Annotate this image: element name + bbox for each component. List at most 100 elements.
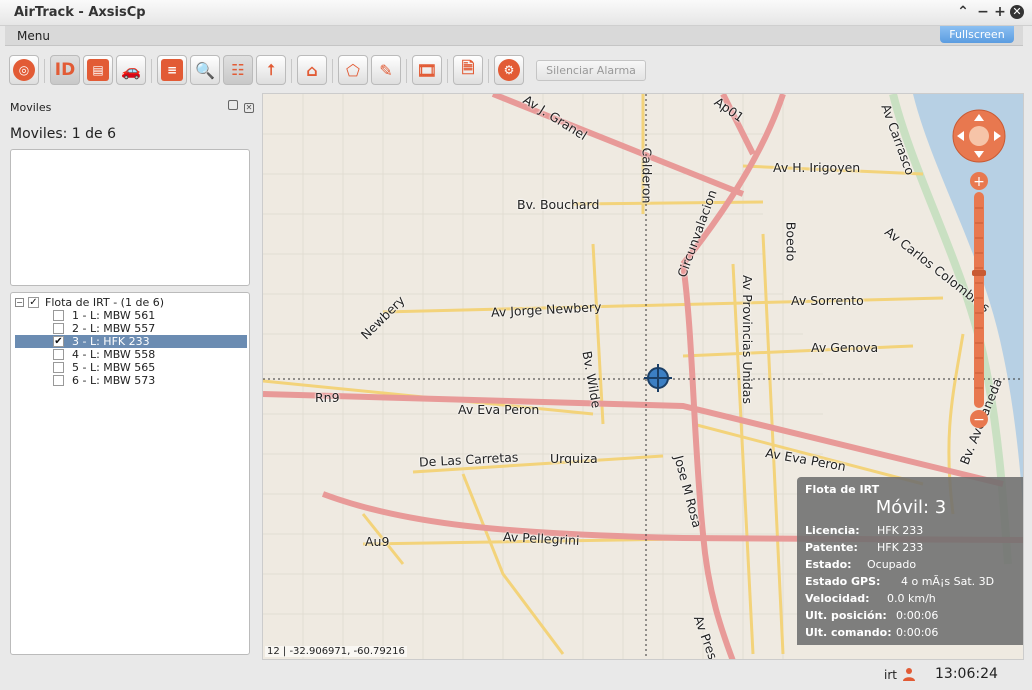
user-name: irt: [884, 668, 897, 682]
rss-icon: ≡: [161, 59, 183, 81]
geofence-button[interactable]: ⬠: [338, 55, 368, 85]
tree-item-label: 4 - L: MBW 558: [72, 348, 156, 361]
fleet-tree[interactable]: − ✓ Flota de IRT - (1 de 6) 1 - L: MBW 5…: [10, 292, 250, 655]
map-label: Boedo: [783, 221, 799, 262]
zoom-handle[interactable]: [972, 270, 986, 276]
card-icon: ▤: [87, 59, 109, 81]
home-button[interactable]: ⌂: [297, 55, 327, 85]
tree-icon: ☷: [231, 61, 245, 79]
settings-button[interactable]: ⚙: [494, 55, 524, 85]
tree-item-checkbox[interactable]: [53, 349, 64, 360]
map-label: Urquiza: [550, 451, 598, 466]
info-movil: Móvil: 3: [875, 497, 947, 518]
toolbar-separator: [44, 59, 45, 83]
info-label: Patente:: [805, 541, 858, 554]
tree-item[interactable]: 5 - L: MBW 565: [15, 361, 247, 374]
map-label: Au9: [365, 534, 390, 549]
minimize-icon[interactable]: −: [975, 4, 991, 20]
info-label: Velocidad:: [805, 592, 870, 605]
route-button[interactable]: ⭡: [256, 55, 286, 85]
settings-icon: ⚙: [498, 59, 520, 81]
toolbar-separator: [447, 59, 448, 83]
window-title: AirTrack - AxsisCp: [14, 5, 146, 20]
search-button[interactable]: 🔍: [190, 55, 220, 85]
restore-icon[interactable]: [227, 100, 238, 110]
pan-control[interactable]: [952, 109, 1006, 163]
info-value: Ocupado: [867, 558, 917, 571]
tree-item-checkbox[interactable]: [53, 362, 64, 373]
map-label: Av Provincias Unidas: [739, 275, 755, 404]
info-value: HFK 233: [877, 541, 924, 554]
collapse-icon[interactable]: ⌃: [955, 4, 971, 20]
silence-alarm-button[interactable]: Silenciar Alarma: [536, 60, 646, 81]
card-button[interactable]: ▤: [83, 55, 113, 85]
menu-bar: Menu Fullscreen: [5, 26, 1023, 46]
film-button[interactable]: 🎞: [412, 55, 442, 85]
tree-item-label: 5 - L: MBW 565: [72, 361, 156, 374]
info-value: 4 o mÃ¡s Sat. 3D: [901, 575, 995, 588]
close-panel-icon[interactable]: ✕: [244, 103, 254, 113]
title-bar: AirTrack - AxsisCp ⌃ − + ✕: [0, 0, 1032, 26]
tree-item-label: 6 - L: MBW 573: [72, 374, 156, 387]
rss-button[interactable]: ≡: [157, 55, 187, 85]
toolbar-separator: [291, 59, 292, 83]
car-button[interactable]: 🚗: [116, 55, 146, 85]
tree-item[interactable]: 1 - L: MBW 561: [15, 309, 247, 322]
status-bar: irt 13:06:24: [0, 660, 1032, 690]
toolbar: ◎ ID ▤ 🚗 ≡ 🔍 ☷ ⭡ ⌂ ⬠ ✎ 🎞 🗎 ⚙ Silenciar A…: [0, 47, 1032, 93]
zoom-slider[interactable]: [974, 192, 984, 408]
panel-title: Moviles: [10, 101, 52, 114]
toolbar-separator: [488, 59, 489, 83]
tree-item[interactable]: ✔ 3 - L: HFK 233: [15, 335, 247, 348]
tree-item[interactable]: 4 - L: MBW 558: [15, 348, 247, 361]
search-icon: 🔍: [195, 60, 215, 80]
moviles-list-box[interactable]: [10, 149, 250, 286]
tree-button[interactable]: ☷: [223, 55, 253, 85]
document-icon: 🗎: [461, 57, 475, 77]
clock: 13:06:24: [935, 666, 998, 682]
globe-button[interactable]: ◎: [9, 55, 39, 85]
coordinates-readout: 12 | -32.906971, -60.79216: [265, 646, 407, 657]
panel-controls: ✕: [227, 100, 254, 113]
user-icon: [903, 668, 915, 681]
info-label: Estado:: [805, 558, 852, 571]
info-label: Ult. posición:: [805, 609, 887, 622]
geofence-edit-icon: ✎: [379, 60, 393, 80]
geofence-edit-button[interactable]: ✎: [371, 55, 401, 85]
tree-item[interactable]: 2 - L: MBW 557: [15, 322, 247, 335]
info-label: Licencia:: [805, 524, 860, 537]
collapse-tree-icon[interactable]: −: [15, 298, 24, 307]
info-value: HFK 233: [877, 524, 924, 537]
home-icon: ⌂: [306, 60, 318, 80]
globe-icon: ◎: [13, 59, 35, 81]
close-icon[interactable]: ✕: [1010, 5, 1024, 19]
tree-item-label: 1 - L: MBW 561: [72, 309, 156, 322]
map-label: Calderon: [639, 147, 655, 204]
fullscreen-button[interactable]: Fullscreen: [940, 26, 1014, 43]
tree-item-label: 2 - L: MBW 557: [72, 322, 156, 335]
tree-item-checkbox[interactable]: [53, 323, 64, 334]
map-view[interactable]: Av J. Granel Ap01 Calderon Av H. Irigoye…: [262, 93, 1024, 660]
moviles-count: Moviles: 1 de 6: [10, 126, 116, 142]
tree-item-checkbox[interactable]: ✔: [53, 336, 64, 347]
menu-button[interactable]: Menu: [17, 29, 50, 43]
tree-item-checkbox[interactable]: [53, 310, 64, 321]
route-icon: ⭡: [267, 61, 275, 79]
tree-item[interactable]: 6 - L: MBW 573: [15, 374, 247, 387]
info-value: 0:00:06: [896, 626, 939, 639]
svg-text:+: +: [973, 174, 985, 190]
info-value: 0:00:06: [896, 609, 939, 622]
id-button[interactable]: ID: [50, 55, 80, 85]
geofence-icon: ⬠: [346, 60, 360, 80]
map-label: Av Genova: [811, 340, 879, 355]
tree-item-label: 3 - L: HFK 233: [72, 335, 150, 348]
tree-item-checkbox[interactable]: [53, 375, 64, 386]
map-label: Bv. Bouchard: [517, 197, 600, 212]
id-icon: ID: [54, 60, 76, 80]
tree-root[interactable]: − ✓ Flota de IRT - (1 de 6): [15, 296, 164, 309]
film-icon: 🎞: [416, 60, 438, 80]
maximize-icon[interactable]: +: [992, 4, 1008, 20]
root-checkbox[interactable]: ✓: [28, 297, 39, 308]
map-label: Av H. Irigoyen: [773, 160, 861, 175]
document-button[interactable]: 🗎: [453, 55, 483, 85]
